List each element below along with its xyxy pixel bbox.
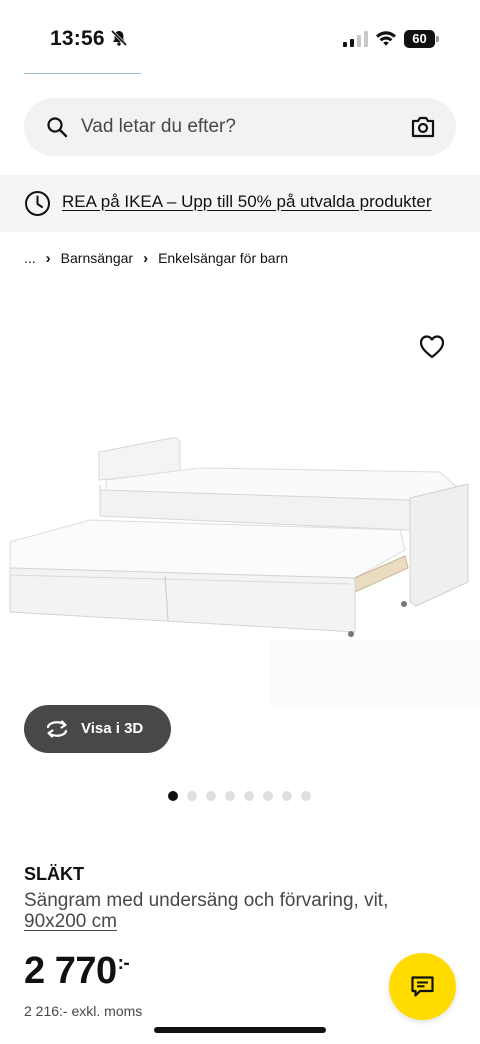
chat-icon: [411, 976, 434, 997]
product-size-link[interactable]: 90x200 cm: [24, 911, 117, 933]
search-icon: [47, 117, 68, 138]
view-3d-button[interactable]: Visa i 3D: [24, 705, 171, 753]
signal-icon: [343, 31, 368, 47]
status-bar: 13:56 60: [0, 0, 480, 78]
clock-icon: [25, 191, 50, 216]
search-input[interactable]: Vad letar du efter?: [81, 116, 236, 138]
carousel-dots: [168, 791, 311, 801]
battery-level: 60: [404, 30, 435, 48]
battery-tip: [436, 36, 439, 42]
product-price: 2 770:-: [24, 950, 130, 993]
breadcrumb-ellipsis[interactable]: ...: [24, 250, 36, 266]
breadcrumb: ... › Barnsängar › Enkelsängar för barn: [24, 248, 288, 268]
carousel-dot[interactable]: [187, 791, 197, 801]
breadcrumb-item-enkelsangar[interactable]: Enkelsängar för barn: [158, 250, 288, 266]
search-bar[interactable]: Vad letar du efter?: [24, 98, 456, 156]
product-image[interactable]: [0, 320, 480, 710]
status-time: 13:56: [50, 27, 105, 50]
bell-slash-icon: [110, 29, 128, 47]
product-description: Sängram med undersäng och förvaring, vit…: [24, 890, 389, 911]
chevron-right-icon: ›: [45, 249, 51, 267]
carousel-dot[interactable]: [225, 791, 235, 801]
home-indicator: [154, 1027, 326, 1033]
header-divider: [24, 73, 141, 74]
view-3d-label: Visa i 3D: [81, 720, 144, 737]
carousel-dot[interactable]: [282, 791, 292, 801]
heart-icon[interactable]: [416, 330, 448, 362]
product-name: SLÄKT: [24, 864, 84, 884]
breadcrumb-item-barnsangar[interactable]: Barnsängar: [61, 250, 133, 266]
rotate-icon: [46, 720, 68, 738]
carousel-dot[interactable]: [206, 791, 216, 801]
price-suffix: :-: [117, 953, 130, 974]
battery-icon: 60: [404, 30, 439, 48]
carousel-dot[interactable]: [168, 791, 178, 801]
price-excl-vat: 2 216:- exkl. moms: [24, 1003, 143, 1019]
promo-link[interactable]: REA på IKEA – Upp till 50% på utvalda pr…: [62, 192, 432, 212]
chat-button[interactable]: [389, 953, 456, 1020]
carousel-dot[interactable]: [301, 791, 311, 801]
promo-banner[interactable]: REA på IKEA – Upp till 50% på utvalda pr…: [0, 175, 480, 232]
camera-icon[interactable]: [410, 115, 436, 139]
carousel-dot[interactable]: [263, 791, 273, 801]
wifi-icon: [376, 31, 396, 46]
price-value: 2 770: [24, 950, 117, 992]
chevron-right-icon: ›: [143, 249, 149, 267]
carousel-dot[interactable]: [244, 791, 254, 801]
